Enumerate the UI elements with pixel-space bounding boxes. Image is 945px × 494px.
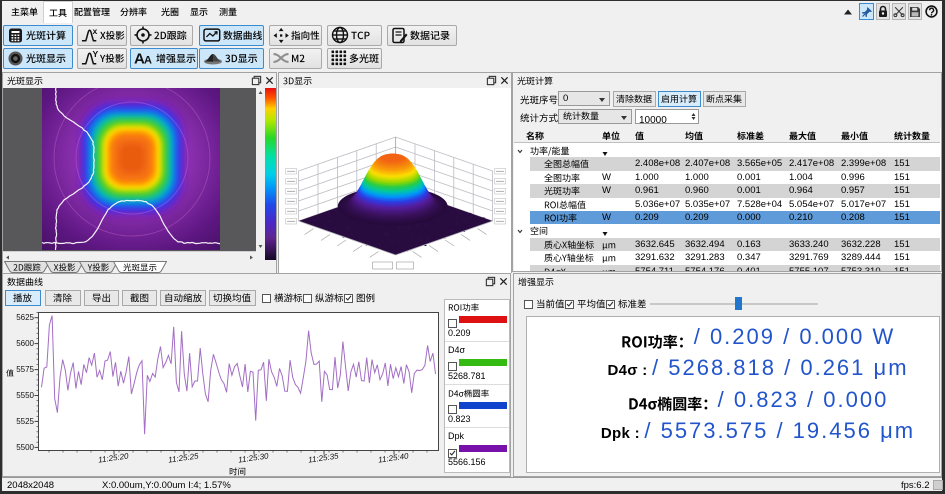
svg-text:11:25:35: 11:25:35 <box>308 451 340 464</box>
svg-text:5575: 5575 <box>16 365 34 374</box>
svg-text:11:25:20: 11:25:20 <box>98 451 130 464</box>
svg-text:11:25:30: 11:25:30 <box>238 451 270 464</box>
svg-text:5550: 5550 <box>16 391 34 400</box>
svg-text:Y: Y <box>92 50 98 59</box>
svg-text:5625: 5625 <box>16 313 34 322</box>
svg-text:11:25:25: 11:25:25 <box>168 451 200 464</box>
svg-text:5600: 5600 <box>16 339 34 348</box>
svg-text:11:25:40: 11:25:40 <box>378 451 410 464</box>
svg-text:x: x <box>92 27 97 36</box>
svg-text:5500: 5500 <box>16 443 34 452</box>
svg-text:A: A <box>144 55 152 67</box>
svg-text:5525: 5525 <box>16 417 34 426</box>
